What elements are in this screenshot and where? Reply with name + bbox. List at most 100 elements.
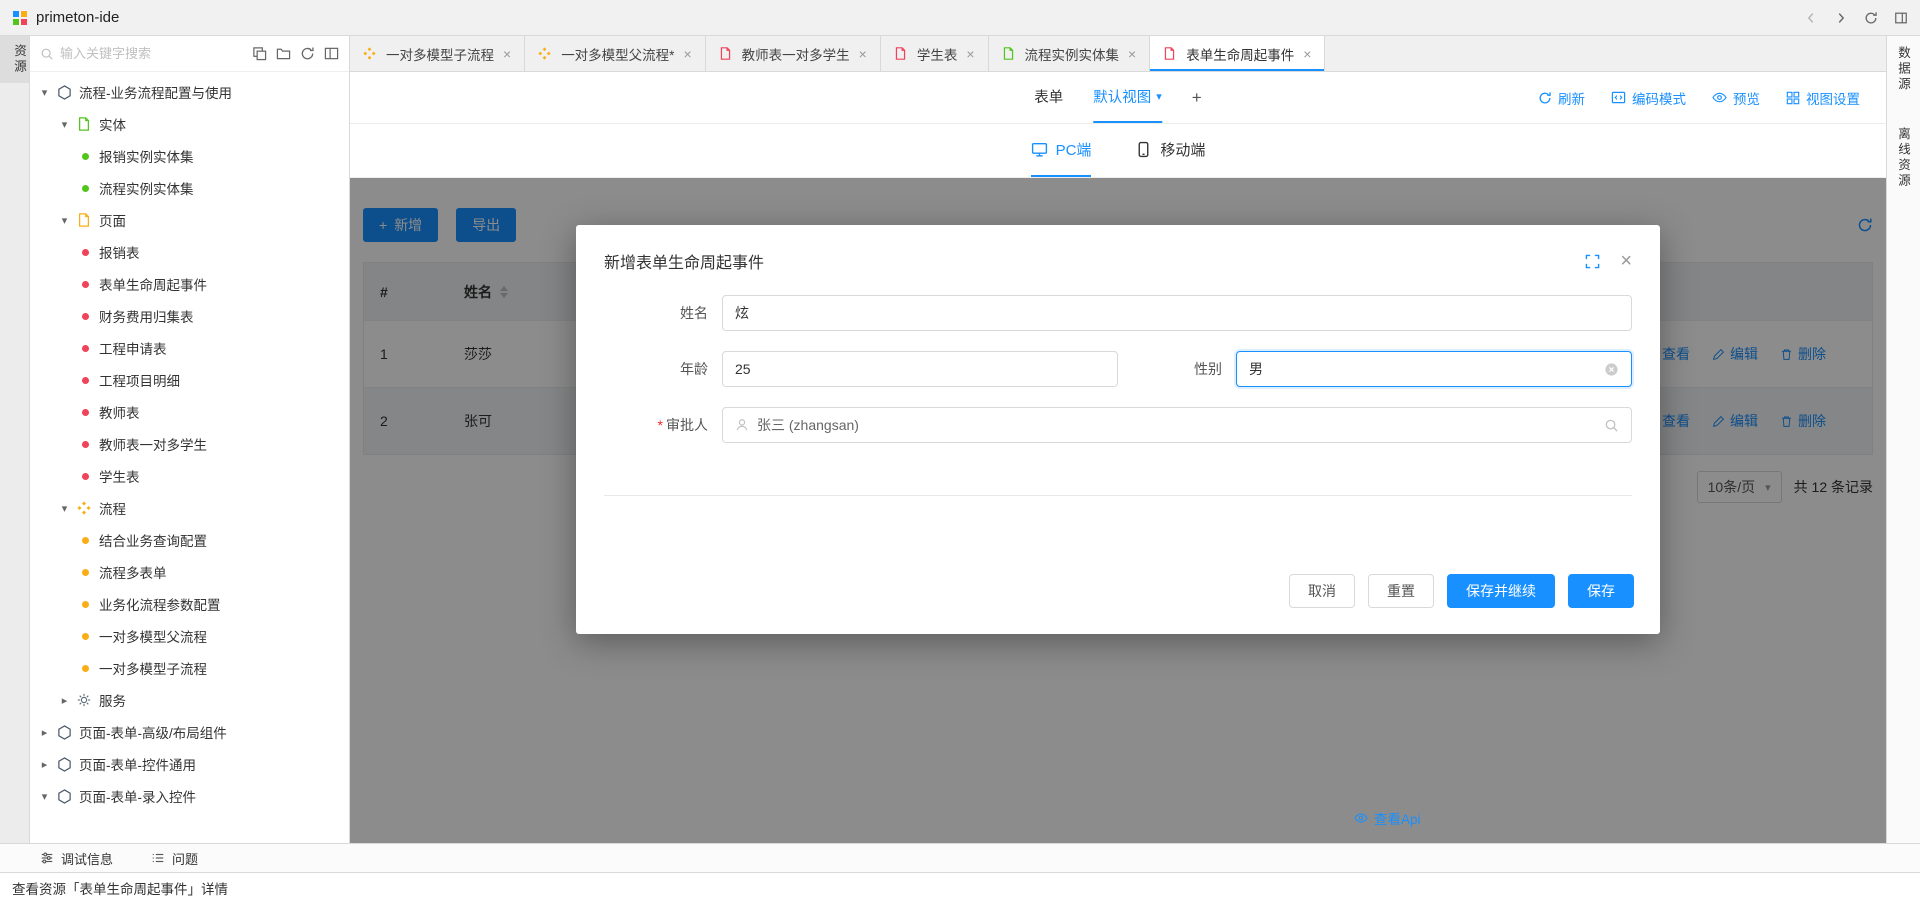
chevron-right-icon[interactable]: ▸ [38,758,51,771]
gender-input-value: 男 [1249,359,1263,379]
nav-back-icon[interactable] [1804,11,1818,25]
gender-field-label: 性别 [1118,359,1236,379]
tree-item[interactable]: ▸服务 [30,684,349,716]
search-icon[interactable] [1604,418,1619,433]
folder-icon[interactable] [276,46,291,61]
view-settings-label: 视图设置 [1806,88,1860,108]
close-icon[interactable]: × [1620,251,1632,271]
tree-item[interactable]: 结合业务查询配置 [30,524,349,556]
tab-mobile-label: 移动端 [1160,139,1205,160]
tree-item[interactable]: 报销实例实体集 [30,140,349,172]
rail-tab-offline-resources[interactable]: 离线资源 [1894,123,1913,193]
chevron-right-icon[interactable]: ▸ [58,694,71,707]
close-icon[interactable]: × [1128,47,1136,61]
tree-item[interactable]: 工程项目明细 [30,364,349,396]
chevron-down-icon[interactable]: ▾ [38,790,51,803]
layout-icon[interactable] [1894,11,1908,25]
add-view-button[interactable]: + [1192,72,1202,123]
name-input[interactable]: 炫 [722,295,1632,331]
editor-tab[interactable]: 学生表× [881,36,989,71]
rail-tab-datasource[interactable]: 数据源 [1894,42,1913,97]
tab-mobile[interactable]: 移动端 [1135,124,1205,177]
refresh-button[interactable]: 刷新 [1538,88,1585,108]
chevron-down-icon[interactable]: ▾ [38,86,51,99]
page-dot-icon [82,473,89,480]
tab-default-view[interactable]: 默认视图▾ [1093,72,1162,123]
approver-input[interactable]: 张三 (zhangsan) [722,407,1632,443]
status-text: 查看资源「表单生命周起事件」详情 [12,878,228,898]
search-input[interactable] [60,46,244,61]
chevron-down-icon[interactable]: ▾ [58,118,71,131]
tree-item[interactable]: 一对多模型子流程 [30,652,349,684]
tree-item[interactable]: 一对多模型父流程 [30,620,349,652]
tree-item[interactable]: ▾实体 [30,108,349,140]
view-api-link[interactable]: 查看Api [1354,808,1421,828]
bottom-tool-bar: 调试信息 问题 [0,843,1920,872]
tree-item[interactable]: 表单生命周起事件 [30,268,349,300]
tree-item[interactable]: 学生表 [30,460,349,492]
tree-item-label: 学生表 [99,466,140,486]
editor-tab[interactable]: 一对多模型子流程× [350,36,525,71]
tree-item[interactable]: 报销表 [30,236,349,268]
tree-item[interactable]: 流程实例实体集 [30,172,349,204]
age-input[interactable]: 25 [722,351,1118,387]
fullscreen-icon[interactable] [1585,254,1600,269]
tree-item[interactable]: ▾页面 [30,204,349,236]
tree-item[interactable]: 财务费用归集表 [30,300,349,332]
tree-item-label: 页面-表单-高级/布局组件 [79,722,227,742]
rail-tab-resources[interactable]: 资源 [0,36,29,83]
tab-pc-label: PC端 [1056,139,1092,160]
tree-item[interactable]: 教师表 [30,396,349,428]
tree-item[interactable]: 业务化流程参数配置 [30,588,349,620]
close-icon[interactable]: × [1303,47,1311,61]
editor-tab-label: 一对多模型父流程* [561,44,674,64]
tree-item[interactable]: ▾页面-表单-录入控件 [30,780,349,812]
editor-tab[interactable]: 一对多模型父流程* × [525,36,705,71]
close-icon[interactable]: × [859,47,867,61]
save-and-continue-button[interactable]: 保存并继续 [1447,574,1555,608]
collapse-all-icon[interactable] [324,46,339,61]
reset-button[interactable]: 重置 [1368,574,1434,608]
editor-tab-label: 表单生命周起事件 [1186,44,1294,64]
chevron-right-icon[interactable]: ▸ [38,726,51,739]
chevron-down-icon[interactable]: ▾ [58,214,71,227]
tab-form[interactable]: 表单 [1034,72,1063,123]
tree-item-label: 工程申请表 [99,338,167,358]
tree-item[interactable]: 流程多表单 [30,556,349,588]
tree-item[interactable]: ▸页面-表单-控件通用 [30,748,349,780]
tab-form-label: 表单 [1034,86,1063,107]
grid-icon [1786,91,1800,105]
tree-item[interactable]: ▸ 页面-表单-高级/布局组件 [30,716,349,748]
page-dot-icon [82,409,89,416]
clear-icon[interactable] [1604,362,1619,377]
copy-resource-icon[interactable] [252,46,267,61]
nav-forward-icon[interactable] [1834,11,1848,25]
preview-button[interactable]: 预览 [1712,88,1760,108]
save-button[interactable]: 保存 [1568,574,1634,608]
tree-item-label: 流程 [99,498,126,518]
problems-button[interactable]: 问题 [151,849,198,868]
close-icon[interactable]: × [683,47,691,61]
tab-pc[interactable]: PC端 [1031,124,1092,177]
sync-icon[interactable] [1864,11,1878,25]
approver-input-value: 张三 (zhangsan) [757,415,859,435]
cancel-button[interactable]: 取消 [1289,574,1355,608]
title-bar: primeton-ide [0,0,1920,36]
tree-item[interactable]: ▾流程-业务流程配置与使用 [30,76,349,108]
tree-item-label: 一对多模型父流程 [99,626,207,646]
tree-item[interactable]: ▾ 流程 [30,492,349,524]
tree-item[interactable]: 工程申请表 [30,332,349,364]
editor-tab-active[interactable]: 表单生命周起事件 × [1150,36,1325,71]
editor-tab[interactable]: 流程实例实体集× [989,36,1151,71]
code-mode-button[interactable]: 编码模式 [1611,88,1686,108]
tree-item[interactable]: 教师表一对多学生 [30,428,349,460]
debug-info-button[interactable]: 调试信息 [40,849,113,868]
view-settings-button[interactable]: 视图设置 [1786,88,1860,108]
editor-tab[interactable]: 教师表一对多学生× [706,36,881,71]
search-icon [40,47,54,61]
refresh-icon[interactable] [300,46,315,61]
gender-input[interactable]: 男 [1236,351,1632,387]
close-icon[interactable]: × [503,47,511,61]
close-icon[interactable]: × [966,47,974,61]
chevron-down-icon[interactable]: ▾ [58,502,71,515]
